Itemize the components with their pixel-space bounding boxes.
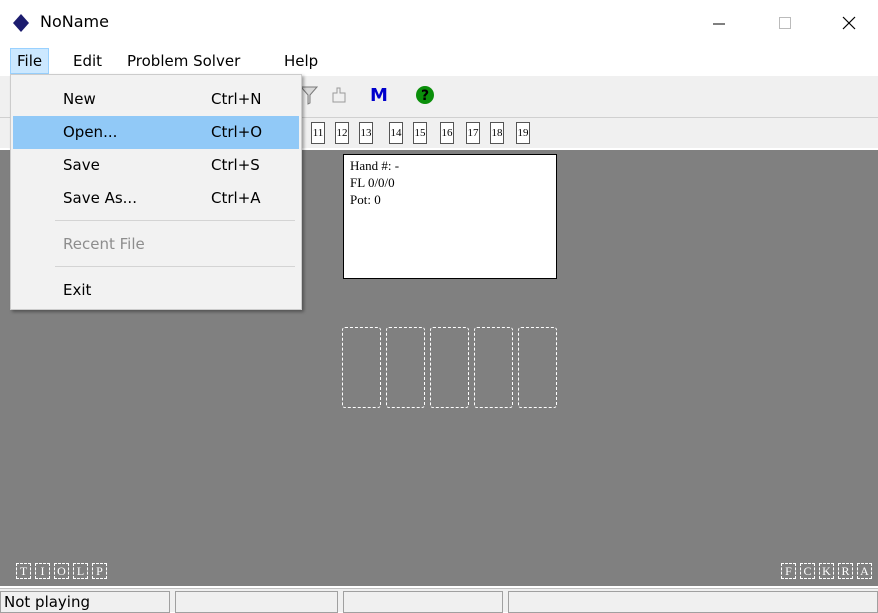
seat-button[interactable]: 13 bbox=[359, 122, 373, 144]
seat-button[interactable]: 12 bbox=[335, 122, 349, 144]
raise-button[interactable]: R bbox=[838, 563, 853, 579]
seat-button[interactable]: 15 bbox=[413, 122, 427, 144]
m-icon[interactable]: M bbox=[366, 82, 392, 108]
fold-button[interactable]: F bbox=[781, 563, 796, 579]
maximize-button[interactable] bbox=[756, 0, 814, 46]
menu-separator bbox=[55, 220, 295, 221]
status-cell-4 bbox=[508, 591, 878, 613]
menu-item-recent-file: Recent File bbox=[13, 228, 299, 261]
menu-file[interactable]: File bbox=[10, 48, 50, 74]
menu-help[interactable]: Help bbox=[278, 48, 324, 74]
m-label: M bbox=[370, 84, 388, 106]
menu-item-open[interactable]: Open... Ctrl+O bbox=[13, 116, 299, 149]
pot-amount: Pot: 0 bbox=[350, 192, 381, 207]
board-card-slot bbox=[342, 327, 381, 408]
menu-item-shortcut: Ctrl+N bbox=[211, 90, 262, 108]
left-action-button[interactable]: O bbox=[54, 563, 69, 579]
menu-item-label: Save As... bbox=[63, 189, 137, 207]
fixed-limit: FL 0/0/0 bbox=[350, 175, 395, 190]
menu-item-label: Open... bbox=[63, 123, 118, 141]
menu-item-shortcut: Ctrl+S bbox=[211, 156, 260, 174]
hand-number: Hand #: - bbox=[350, 158, 400, 173]
menu-item-exit[interactable]: Exit bbox=[13, 274, 299, 307]
menu-item-new[interactable]: New Ctrl+N bbox=[13, 83, 299, 116]
status-bar: Not playing bbox=[0, 588, 878, 613]
menu-item-label: Save bbox=[63, 156, 100, 174]
svg-text:?: ? bbox=[421, 88, 429, 104]
seat-button[interactable]: 19 bbox=[516, 122, 530, 144]
seat-button[interactable]: 16 bbox=[440, 122, 454, 144]
diamond-icon bbox=[12, 13, 30, 33]
status-cell-3 bbox=[343, 591, 503, 613]
seat-button[interactable]: 14 bbox=[389, 122, 403, 144]
menu-item-save[interactable]: Save Ctrl+S bbox=[13, 149, 299, 182]
allin-button[interactable]: A bbox=[857, 563, 872, 579]
menu-item-shortcut: Ctrl+A bbox=[211, 189, 261, 207]
seat-button[interactable]: 11 bbox=[311, 122, 325, 144]
status-text: Not playing bbox=[0, 591, 170, 613]
left-action-button[interactable]: I bbox=[35, 563, 50, 579]
menu-item-shortcut: Ctrl+O bbox=[211, 123, 263, 141]
close-button[interactable] bbox=[820, 0, 878, 46]
hand-info-panel: Hand #: - FL 0/0/0 Pot: 0 bbox=[343, 154, 557, 279]
minimize-button[interactable] bbox=[690, 0, 748, 46]
call-button[interactable]: C bbox=[800, 563, 815, 579]
menu-item-label: New bbox=[63, 90, 96, 108]
left-action-button[interactable]: P bbox=[92, 563, 107, 579]
menu-item-label: Exit bbox=[63, 281, 92, 299]
board-card-slot bbox=[518, 327, 557, 408]
board-card-slot bbox=[474, 327, 513, 408]
left-action-button[interactable]: T bbox=[16, 563, 31, 579]
menu-item-save-as[interactable]: Save As... Ctrl+A bbox=[13, 182, 299, 215]
board-card-slot bbox=[386, 327, 425, 408]
menu-separator bbox=[55, 266, 295, 267]
window-title: NoName bbox=[40, 12, 109, 31]
help-icon[interactable]: ? bbox=[412, 82, 438, 108]
left-action-button[interactable]: L bbox=[73, 563, 88, 579]
seat-button[interactable]: 18 bbox=[490, 122, 504, 144]
hand-icon[interactable] bbox=[326, 82, 352, 108]
menu-problem-solver[interactable]: Problem Solver bbox=[121, 48, 246, 74]
board-card-slot bbox=[430, 327, 469, 408]
menu-bar: File Edit Problem Solver Help bbox=[0, 48, 878, 74]
file-menu-dropdown: New Ctrl+N Open... Ctrl+O Save Ctrl+S Sa… bbox=[10, 74, 302, 310]
menu-item-label: Recent File bbox=[63, 235, 145, 253]
check-button[interactable]: K bbox=[819, 563, 834, 579]
seat-button[interactable]: 17 bbox=[466, 122, 480, 144]
title-bar: NoName bbox=[0, 0, 878, 46]
menu-edit[interactable]: Edit bbox=[67, 48, 108, 74]
status-cell-2 bbox=[175, 591, 338, 613]
